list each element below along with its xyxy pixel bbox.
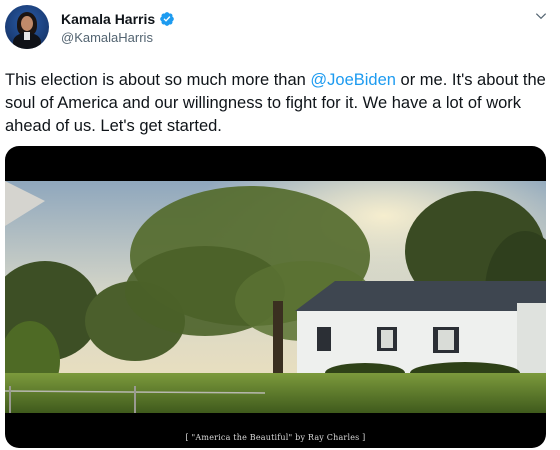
- tweet-card: Kamala Harris @KamalaHarris This electio…: [0, 0, 560, 450]
- tweet-text-part: This election is about so much more than: [5, 71, 311, 89]
- author-handle[interactable]: @KamalaHarris: [61, 30, 153, 45]
- verified-badge-icon: [160, 12, 175, 26]
- author-name-row: Kamala Harris: [61, 10, 175, 28]
- video-media[interactable]: [ "America the Beautiful" by Ray Charles…: [5, 146, 546, 448]
- chevron-down-icon[interactable]: [534, 9, 548, 23]
- tweet-text: This election is about so much more than…: [5, 69, 550, 138]
- video-frame: [5, 181, 546, 413]
- video-caption: [ "America the Beautiful" by Ray Charles…: [185, 433, 366, 442]
- author-name[interactable]: Kamala Harris: [61, 11, 155, 27]
- mention-link[interactable]: @JoeBiden: [310, 71, 396, 89]
- avatar[interactable]: [5, 5, 49, 49]
